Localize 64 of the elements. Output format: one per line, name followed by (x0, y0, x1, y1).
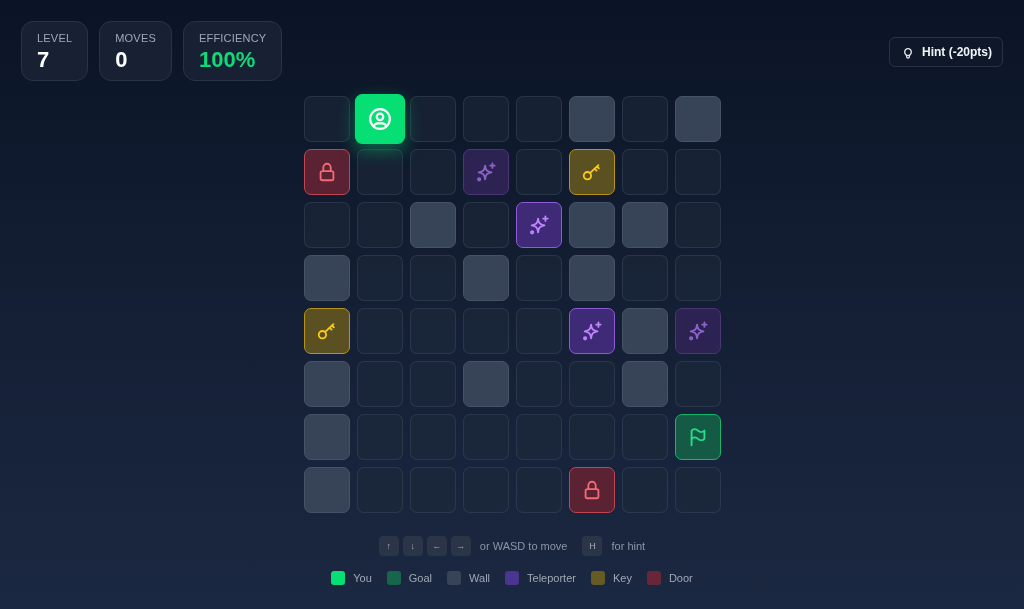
floor-tile (356, 308, 403, 354)
floor-tile (303, 96, 350, 142)
floor-tile (409, 149, 456, 195)
sparkle-icon (580, 320, 603, 342)
wall-tile (568, 202, 615, 248)
floor-tile (303, 202, 350, 248)
wall-tile (462, 361, 509, 407)
floor-tile (356, 149, 403, 195)
stat-value: 0 (115, 47, 129, 73)
floor-tile (621, 255, 668, 301)
key-cap: → (450, 536, 471, 556)
floor-tile (674, 149, 721, 195)
floor-tile (674, 202, 721, 248)
key-cap: H (582, 536, 603, 556)
floor-tile (621, 149, 668, 195)
wall-tile (303, 414, 350, 460)
legend-label: Wall (469, 572, 491, 584)
stat-value: 100% (199, 47, 257, 73)
floor-tile (462, 96, 509, 142)
stat-label: MOVES (115, 31, 156, 45)
floor-tile (674, 255, 721, 301)
key-icon (315, 320, 338, 342)
wall-tile (568, 255, 615, 301)
key-icon (580, 161, 603, 183)
key-cap: ← (426, 536, 447, 556)
wall-tile (674, 96, 721, 142)
floor-tile (356, 255, 403, 301)
wall-tile (568, 96, 615, 142)
floor-tile (515, 308, 562, 354)
floor-tile (515, 96, 562, 142)
person-icon (366, 105, 393, 133)
legend-label: Teleporter (527, 572, 576, 584)
floor-tile (515, 149, 562, 195)
legend-label: You (353, 572, 372, 584)
floor-tile (462, 202, 509, 248)
wall-tile (621, 361, 668, 407)
sparkle-icon (527, 214, 550, 236)
wall-tile (621, 308, 668, 354)
floor-tile (621, 96, 668, 142)
wall-tile (303, 467, 350, 513)
wall-tile (462, 255, 509, 301)
legend-label: Key (612, 572, 632, 584)
wall-tile (409, 202, 456, 248)
help-text: or WASD to move (479, 540, 568, 552)
hint-button[interactable]: Hint (-20pts) (889, 37, 1003, 67)
key-cap: ↓ (402, 536, 423, 556)
floor-tile (356, 202, 403, 248)
floor-tile (515, 255, 562, 301)
stat-value: 7 (37, 47, 51, 73)
sparkle-icon (474, 161, 497, 183)
wall-tile (621, 202, 668, 248)
stat-label: LEVEL (37, 31, 73, 45)
floor-tile (409, 96, 456, 142)
help-text: for hint (611, 540, 646, 552)
wall-tile (303, 361, 350, 407)
floor-tile (409, 255, 456, 301)
floor-tile (462, 308, 509, 354)
sparkle-icon (686, 320, 709, 342)
legend-label: Goal (408, 572, 433, 584)
wall-tile (303, 255, 350, 301)
key-cap: ↑ (378, 536, 399, 556)
legend-label: Door (668, 572, 693, 584)
stat-label: EFFICIENCY (199, 31, 267, 45)
floor-tile (409, 308, 456, 354)
